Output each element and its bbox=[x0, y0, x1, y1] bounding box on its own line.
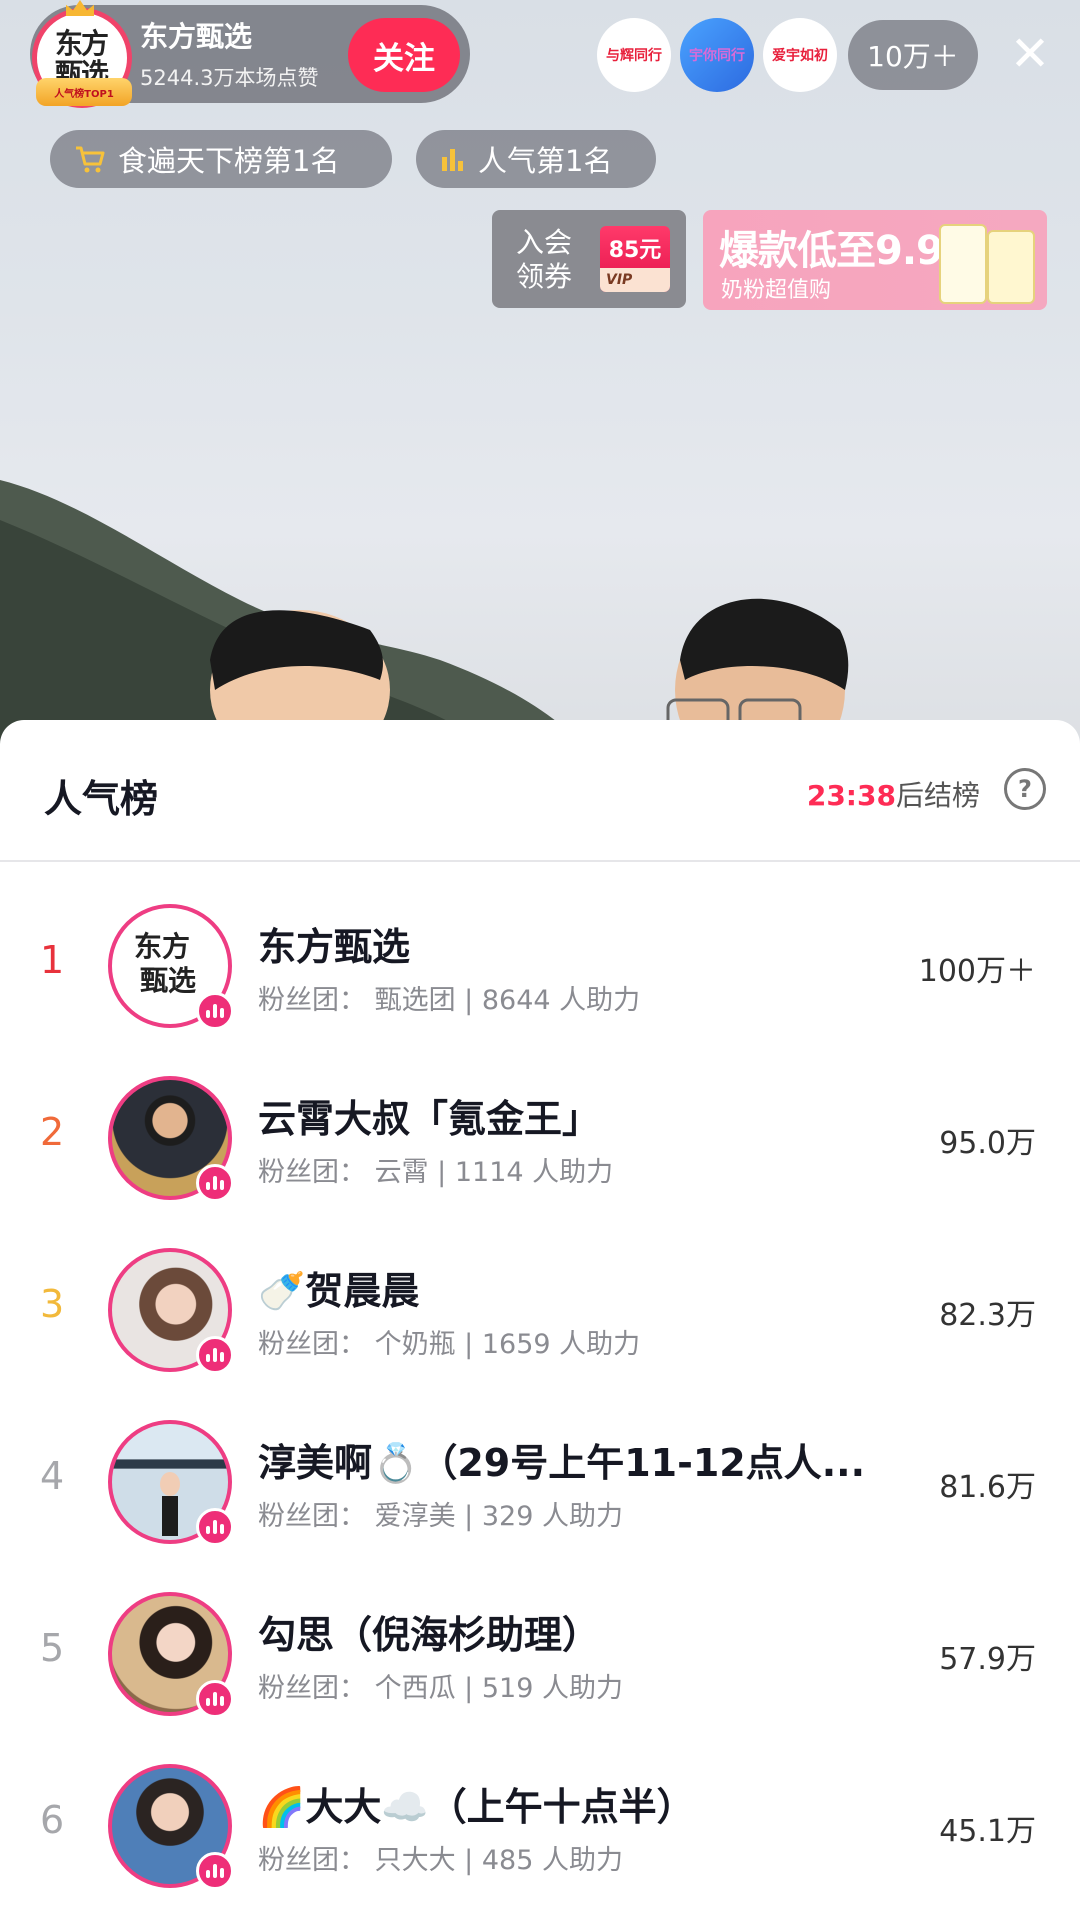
viewer-avatar[interactable]: 宇你同行 bbox=[680, 18, 754, 92]
rank-number: 2 bbox=[40, 1110, 65, 1154]
svg-text:东方: 东方 bbox=[134, 930, 190, 963]
fan-club-info: 粉丝团： 甄选团 | 8644 人助力 bbox=[258, 985, 641, 1016]
popularity-ranking-panel: 人气榜 23:38后结榜 ? 1 东方 甄选 东方甄选 粉丝团： 甄选团 | 86… bbox=[0, 720, 1080, 1903]
follow-button[interactable]: 关注 bbox=[348, 18, 460, 92]
popularity-score: 57.9万 bbox=[939, 1642, 1036, 1677]
cart-icon bbox=[74, 144, 106, 174]
host-name[interactable]: 东方甄选 bbox=[140, 15, 252, 55]
milk-can-image bbox=[939, 224, 987, 304]
viewer-count[interactable]: 10万＋ bbox=[848, 20, 978, 90]
svg-text:甄选: 甄选 bbox=[140, 964, 196, 997]
rank-number: 4 bbox=[40, 1454, 65, 1498]
ranking-row[interactable]: 2 云霄大叔「氪金王」 粉丝团： 云霄 | 1114 人助力 95.0万 bbox=[0, 1060, 1080, 1232]
fan-club-info: 粉丝团： 只大大 | 485 人助力 bbox=[258, 1845, 623, 1876]
fan-club-info: 粉丝团： 个西瓜 | 519 人助力 bbox=[258, 1673, 623, 1704]
user-name: 🌈大大☁️（上午十点半） bbox=[258, 1785, 695, 1829]
user-name: 🍼贺晨晨 bbox=[258, 1269, 420, 1313]
rank-chip-food[interactable]: 食遍天下榜第1名 bbox=[50, 130, 392, 188]
fan-club-info: 粉丝团： 爱淳美 | 329 人助力 bbox=[258, 1501, 623, 1532]
fan-club-badge-icon bbox=[196, 1164, 234, 1202]
ranking-row[interactable]: 6 🌈大大☁️（上午十点半） 粉丝团： 只大大 | 485 人助力 45.1万 bbox=[0, 1748, 1080, 1920]
rank-number: 1 bbox=[40, 938, 65, 982]
vip-tag: VIP bbox=[600, 268, 670, 292]
milk-can-image bbox=[987, 230, 1035, 304]
countdown-suffix: 后结榜 bbox=[895, 779, 980, 812]
user-name: 淳美啊💍（29号上午11-12点人... bbox=[258, 1441, 866, 1485]
fan-club-badge-icon bbox=[196, 1852, 234, 1890]
fan-club-badge-icon bbox=[196, 992, 234, 1030]
fan-club-info: 粉丝团： 云霄 | 1114 人助力 bbox=[258, 1157, 614, 1188]
bar-chart-icon bbox=[440, 145, 466, 173]
divider bbox=[0, 860, 1080, 862]
popularity-score: 100万＋ bbox=[918, 954, 1036, 989]
user-name: 云霄大叔「氪金王」 bbox=[258, 1097, 601, 1141]
popularity-score: 95.0万 bbox=[939, 1126, 1036, 1161]
ranking-row[interactable]: 5 勾思（倪海杉助理） 粉丝团： 个西瓜 | 519 人助力 57.9万 bbox=[0, 1576, 1080, 1748]
popularity-score: 82.3万 bbox=[939, 1298, 1036, 1333]
rank-number: 3 bbox=[40, 1282, 65, 1326]
help-icon[interactable]: ? bbox=[1004, 768, 1046, 810]
popularity-score: 45.1万 bbox=[939, 1814, 1036, 1849]
close-icon[interactable]: ✕ bbox=[1004, 28, 1056, 80]
fan-club-badge-icon bbox=[196, 1508, 234, 1546]
promo-subtitle: 奶粉超值购 bbox=[721, 278, 832, 303]
rank-chip-popularity[interactable]: 人气第1名 bbox=[416, 130, 656, 188]
ranking-row[interactable]: 4 淳美啊💍（29号上午11-12点人... 粉丝团： 爱淳美 | 329 人助… bbox=[0, 1404, 1080, 1576]
host-rank-badge: 人气榜TOP1 bbox=[36, 78, 132, 106]
panel-title: 人气榜 bbox=[44, 777, 159, 821]
popularity-score: 81.6万 bbox=[939, 1470, 1036, 1505]
member-coupon-card[interactable]: 入会 领券 85元 VIP bbox=[492, 210, 686, 308]
rank-number: 5 bbox=[40, 1626, 65, 1670]
user-name: 东方甄选 bbox=[258, 925, 411, 969]
viewer-avatar[interactable]: 爱宇如初 bbox=[763, 18, 837, 92]
vip-card-line1: 入会 bbox=[516, 226, 573, 259]
promo-banner[interactable]: 爆款低至9.9 奶粉超值购 bbox=[703, 210, 1047, 310]
vip-coupon: 85元 VIP bbox=[600, 226, 670, 292]
host-likes: 5244.3万本场点赞 bbox=[140, 66, 319, 90]
promo-title: 爆款低至9.9 bbox=[719, 228, 944, 274]
ranking-row[interactable]: 3 🍼贺晨晨 粉丝团： 个奶瓶 | 1659 人助力 82.3万 bbox=[0, 1232, 1080, 1404]
countdown: 23:38后结榜 bbox=[807, 774, 980, 814]
fan-club-badge-icon bbox=[196, 1336, 234, 1374]
fan-club-badge-icon bbox=[196, 1680, 234, 1718]
live-video-stream[interactable] bbox=[0, 0, 1080, 760]
rank-number: 6 bbox=[40, 1798, 65, 1842]
countdown-time: 23:38 bbox=[806, 779, 896, 812]
coupon-amount: 85元 bbox=[608, 238, 662, 263]
ranking-row[interactable]: 1 东方 甄选 东方甄选 粉丝团： 甄选团 | 8644 人助力 100万＋ bbox=[0, 888, 1080, 1060]
fan-club-info: 粉丝团： 个奶瓶 | 1659 人助力 bbox=[258, 1329, 641, 1360]
user-name: 勾思（倪海杉助理） bbox=[258, 1613, 601, 1657]
viewer-avatar[interactable]: 与辉同行 bbox=[597, 18, 671, 92]
vip-card-line2: 领券 bbox=[516, 260, 573, 293]
